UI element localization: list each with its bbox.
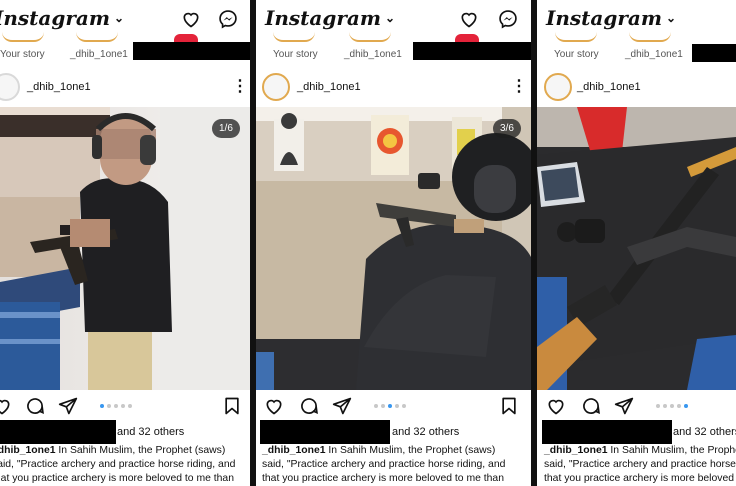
comment-icon[interactable] bbox=[581, 396, 601, 416]
rifle-on-table-photo bbox=[537, 107, 736, 390]
carousel-dot bbox=[100, 404, 104, 408]
carousel-dot bbox=[656, 404, 660, 408]
story-ring[interactable] bbox=[2, 32, 44, 42]
caption-username[interactable]: _dhib_1one1 bbox=[544, 445, 608, 456]
redaction-box bbox=[133, 42, 250, 60]
story-ring[interactable] bbox=[349, 32, 391, 42]
carousel-dot bbox=[374, 404, 378, 408]
image-counter: 1/6 bbox=[212, 119, 240, 138]
carousel-dot bbox=[107, 404, 111, 408]
action-bar bbox=[256, 396, 531, 418]
redaction-box bbox=[692, 44, 736, 62]
bookmark-icon[interactable] bbox=[499, 396, 519, 416]
shooting-range-photo bbox=[256, 107, 531, 390]
comment-icon[interactable] bbox=[25, 396, 45, 416]
action-bar bbox=[537, 396, 736, 418]
carousel-dot bbox=[677, 404, 681, 408]
screenshot-panel-3: Instagram ⌄ Your story _dhib_1one1 _dhib_… bbox=[537, 0, 736, 486]
post-photo[interactable]: 1/6 bbox=[0, 107, 250, 390]
your-story-label[interactable]: Your story bbox=[0, 49, 45, 60]
shooting-range-photo bbox=[0, 107, 250, 390]
screenshot-panel-2: Instagram ⌄ Your story _dhib_1one1 _dhib_… bbox=[256, 0, 531, 486]
bookmark-icon[interactable] bbox=[222, 396, 242, 416]
story-ring[interactable] bbox=[273, 32, 315, 42]
caption-username[interactable]: _dhib_1one1 bbox=[0, 445, 56, 456]
carousel-dots bbox=[100, 404, 132, 408]
post-caption: _dhib_1one1 In Sahih Muslim, the Prophet… bbox=[0, 444, 235, 486]
your-story-label[interactable]: Your story bbox=[554, 49, 599, 60]
your-story-label[interactable]: Your story bbox=[273, 49, 318, 60]
post-caption: _dhib_1one1 In Sahih Muslim, the Prophet… bbox=[544, 445, 736, 484]
redaction-box bbox=[0, 420, 116, 444]
stories-row: Your story _dhib_1one1 bbox=[256, 34, 531, 68]
carousel-dot bbox=[402, 404, 406, 408]
carousel-dot bbox=[381, 404, 385, 408]
heart-icon[interactable] bbox=[0, 396, 12, 416]
redaction-box bbox=[260, 420, 390, 444]
post-caption: _dhib_1one1 In Sahih Muslim, the Prophet… bbox=[262, 445, 506, 484]
carousel-dot bbox=[663, 404, 667, 408]
post-header: _dhib_1one1 ⋮ bbox=[0, 70, 250, 106]
carousel-dot bbox=[128, 404, 132, 408]
post-photo[interactable] bbox=[537, 107, 736, 390]
likes-count[interactable]: and 32 others bbox=[673, 426, 736, 438]
messenger-icon[interactable] bbox=[218, 9, 238, 29]
more-icon[interactable]: ⋮ bbox=[232, 76, 248, 96]
avatar[interactable] bbox=[544, 73, 572, 101]
story-ring[interactable] bbox=[629, 32, 671, 42]
instagram-logo[interactable]: Instagram ⌄ bbox=[0, 6, 124, 30]
likes-count[interactable]: and 32 others bbox=[392, 426, 459, 438]
heart-icon[interactable] bbox=[459, 9, 479, 29]
carousel-dot bbox=[114, 404, 118, 408]
carousel-dots bbox=[656, 404, 688, 408]
caption-username[interactable]: _dhib_1one1 bbox=[262, 445, 326, 456]
story-username[interactable]: _dhib_1one1 bbox=[625, 49, 683, 60]
story-username[interactable]: _dhib_1one1 bbox=[70, 49, 128, 60]
carousel-dot bbox=[388, 404, 392, 408]
carousel-dot bbox=[670, 404, 674, 408]
share-icon[interactable] bbox=[332, 396, 352, 416]
redaction-box bbox=[413, 42, 531, 60]
carousel-dot bbox=[684, 404, 688, 408]
more-icon[interactable]: ⋮ bbox=[511, 76, 527, 96]
post-header: _dhib_1one1 ⋮ bbox=[256, 70, 531, 106]
story-ring[interactable] bbox=[76, 32, 118, 42]
carousel-dots bbox=[374, 404, 406, 408]
image-counter: 3/6 bbox=[493, 119, 521, 138]
share-icon[interactable] bbox=[58, 396, 78, 416]
post-username[interactable]: _dhib_1one1 bbox=[297, 81, 361, 93]
comment-icon[interactable] bbox=[299, 396, 319, 416]
heart-icon[interactable] bbox=[546, 396, 566, 416]
screenshot-panel-1: Instagram ⌄ Your story _dhib_1one1 _dhib_… bbox=[0, 0, 250, 486]
post-username[interactable]: _dhib_1one1 bbox=[577, 81, 641, 93]
instagram-logo[interactable]: Instagram ⌄ bbox=[265, 6, 395, 30]
stories-row: Your story _dhib_1one1 bbox=[537, 38, 736, 68]
avatar[interactable] bbox=[262, 73, 290, 101]
post-header: _dhib_1one1 bbox=[537, 70, 736, 106]
post-photo[interactable]: 3/6 bbox=[256, 107, 531, 390]
redaction-box bbox=[542, 420, 672, 444]
instagram-logo[interactable]: Instagram ⌄ bbox=[546, 6, 676, 30]
post-username[interactable]: _dhib_1one1 bbox=[27, 81, 91, 93]
share-icon[interactable] bbox=[614, 396, 634, 416]
carousel-dot bbox=[395, 404, 399, 408]
story-ring[interactable] bbox=[555, 32, 597, 42]
carousel-dot bbox=[121, 404, 125, 408]
messenger-icon[interactable] bbox=[498, 9, 518, 29]
heart-icon[interactable] bbox=[181, 9, 201, 29]
heart-icon[interactable] bbox=[264, 396, 284, 416]
action-bar bbox=[0, 396, 250, 418]
stories-row: Your story _dhib_1one1 bbox=[0, 34, 250, 68]
avatar[interactable] bbox=[0, 73, 20, 101]
story-username[interactable]: _dhib_1one1 bbox=[344, 49, 402, 60]
likes-count[interactable]: and 32 others bbox=[117, 426, 184, 438]
